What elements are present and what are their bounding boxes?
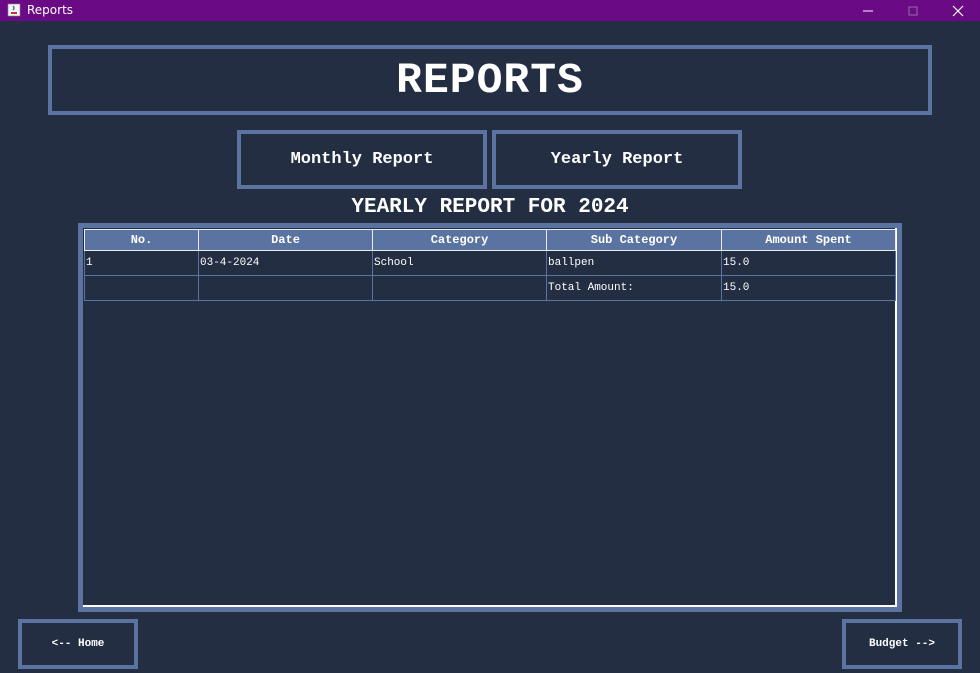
- cell-total-amount[interactable]: 15.0: [721, 275, 896, 301]
- cell-no[interactable]: 1: [84, 250, 199, 276]
- table-total-row[interactable]: Total Amount: 15.0: [84, 275, 896, 301]
- home-button[interactable]: <-- Home: [18, 619, 138, 669]
- table-header-row: No. Date Category Sub Category Amount Sp…: [84, 229, 896, 251]
- column-header-category[interactable]: Category: [372, 229, 547, 251]
- cell-no[interactable]: [84, 275, 199, 301]
- yearly-report-button[interactable]: Yearly Report: [492, 130, 742, 189]
- column-header-no[interactable]: No.: [84, 229, 199, 251]
- column-header-sub-category[interactable]: Sub Category: [546, 229, 722, 251]
- window-titlebar: Reports: [0, 0, 980, 21]
- report-table: No. Date Category Sub Category Amount Sp…: [84, 229, 896, 301]
- column-header-amount-spent[interactable]: Amount Spent: [721, 229, 896, 251]
- budget-button[interactable]: Budget -->: [842, 619, 962, 669]
- minimize-icon: [863, 10, 873, 11]
- close-icon: [952, 5, 964, 16]
- window-title: Reports: [27, 3, 74, 17]
- java-app-icon: [7, 3, 21, 17]
- cell-category[interactable]: [372, 275, 547, 301]
- cell-date[interactable]: 03-4-2024: [198, 250, 373, 276]
- column-header-date[interactable]: Date: [198, 229, 373, 251]
- maximize-button[interactable]: [890, 0, 936, 21]
- cell-category[interactable]: School: [372, 250, 547, 276]
- cell-total-label[interactable]: Total Amount:: [546, 275, 722, 301]
- close-button[interactable]: [935, 0, 980, 21]
- header-panel: REPORTS: [48, 45, 932, 115]
- maximize-icon: [908, 6, 918, 15]
- table-row[interactable]: 1 03-4-2024 School ballpen 15.0: [84, 250, 896, 276]
- page-title: REPORTS: [396, 55, 584, 105]
- report-heading: YEARLY REPORT FOR 2024: [351, 196, 629, 219]
- cell-sub-category[interactable]: ballpen: [546, 250, 722, 276]
- monthly-report-button[interactable]: Monthly Report: [237, 130, 487, 189]
- minimize-button[interactable]: [845, 0, 891, 21]
- cell-amount-spent[interactable]: 15.0: [721, 250, 896, 276]
- cell-date[interactable]: [198, 275, 373, 301]
